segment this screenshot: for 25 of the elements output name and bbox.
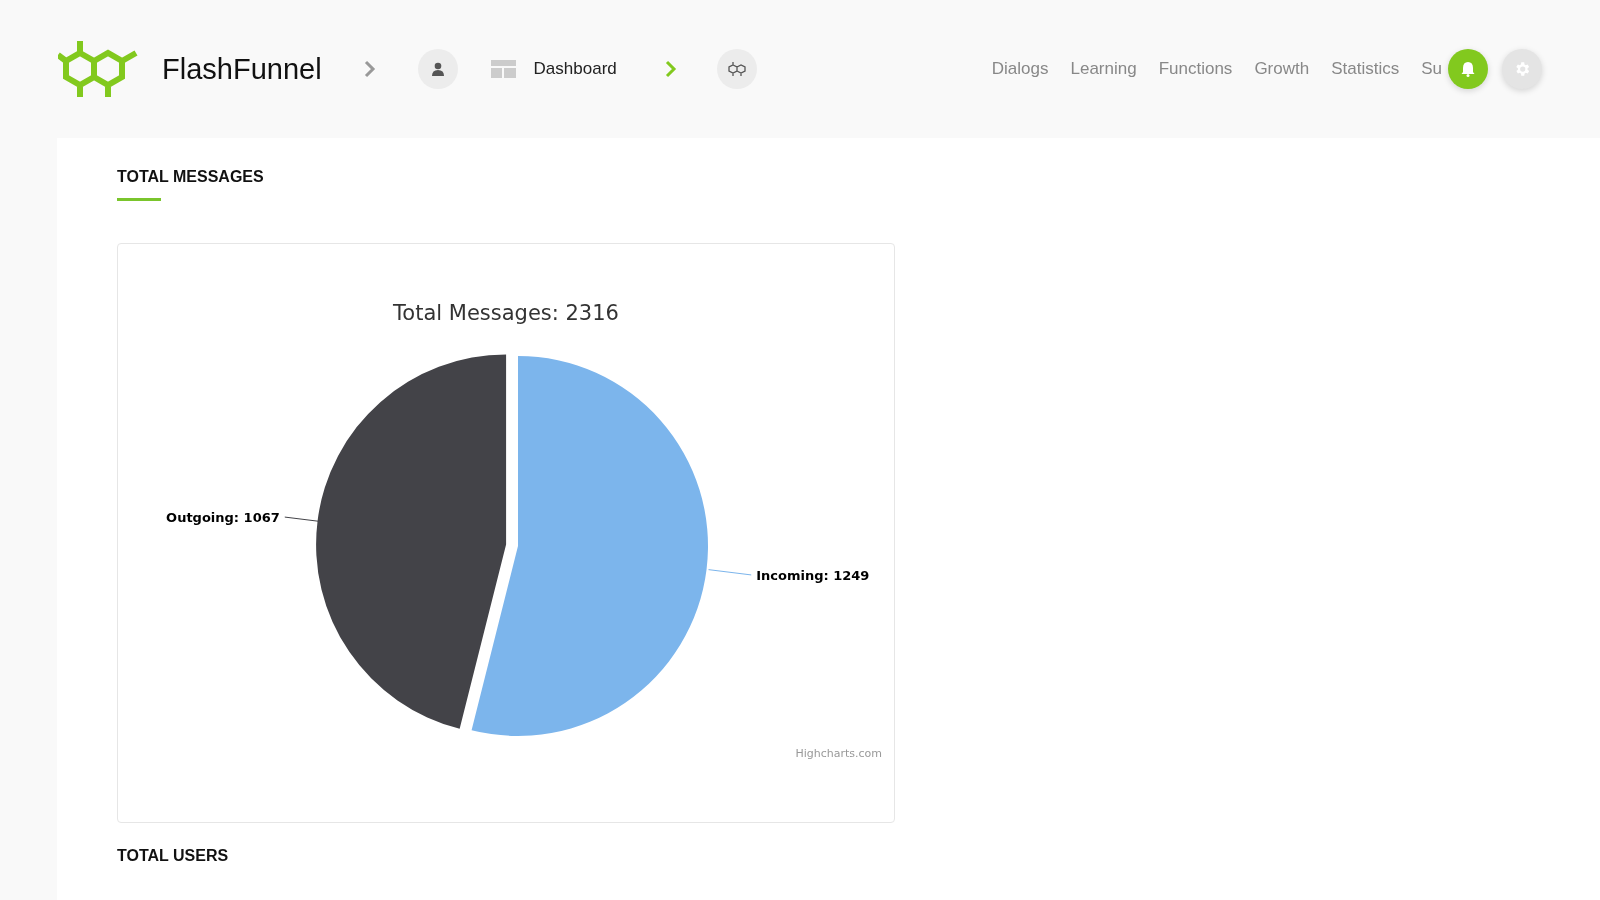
hexagon-icon [726, 61, 747, 77]
chevron-icon [664, 60, 677, 78]
leader-line [708, 569, 752, 576]
nav-link[interactable]: Statistics [1331, 59, 1400, 79]
logo-icon [58, 39, 140, 99]
nav-link[interactable]: Su [1421, 59, 1442, 79]
dashboard-icon [490, 60, 516, 78]
section-title: TOTAL MESSAGES [117, 168, 265, 186]
chart-credit: Highcharts.com [795, 747, 882, 760]
nav-link[interactable]: Growth [1254, 59, 1310, 79]
section-title: TOTAL USERS [117, 847, 230, 865]
nav-link[interactable]: Learning [1070, 59, 1137, 79]
chevron-icon [363, 60, 376, 78]
bell-icon [1461, 61, 1475, 77]
data-label: Outgoing: 1067 [166, 510, 280, 526]
chart-title: Total Messages: 2316 [393, 301, 619, 325]
nav-link[interactable]: Functions [1158, 59, 1233, 79]
data-label: Incoming: 1249 [756, 567, 870, 583]
user-avatar[interactable] [417, 49, 458, 89]
hexagon-button[interactable] [716, 49, 757, 89]
breadcrumb-item[interactable]: Dashboard [533, 59, 617, 79]
brand-name: FlashFunnel [162, 52, 322, 86]
user-icon [430, 62, 445, 76]
nav-link[interactable]: Dialogs [991, 59, 1049, 79]
notification-button[interactable] [1448, 49, 1488, 89]
